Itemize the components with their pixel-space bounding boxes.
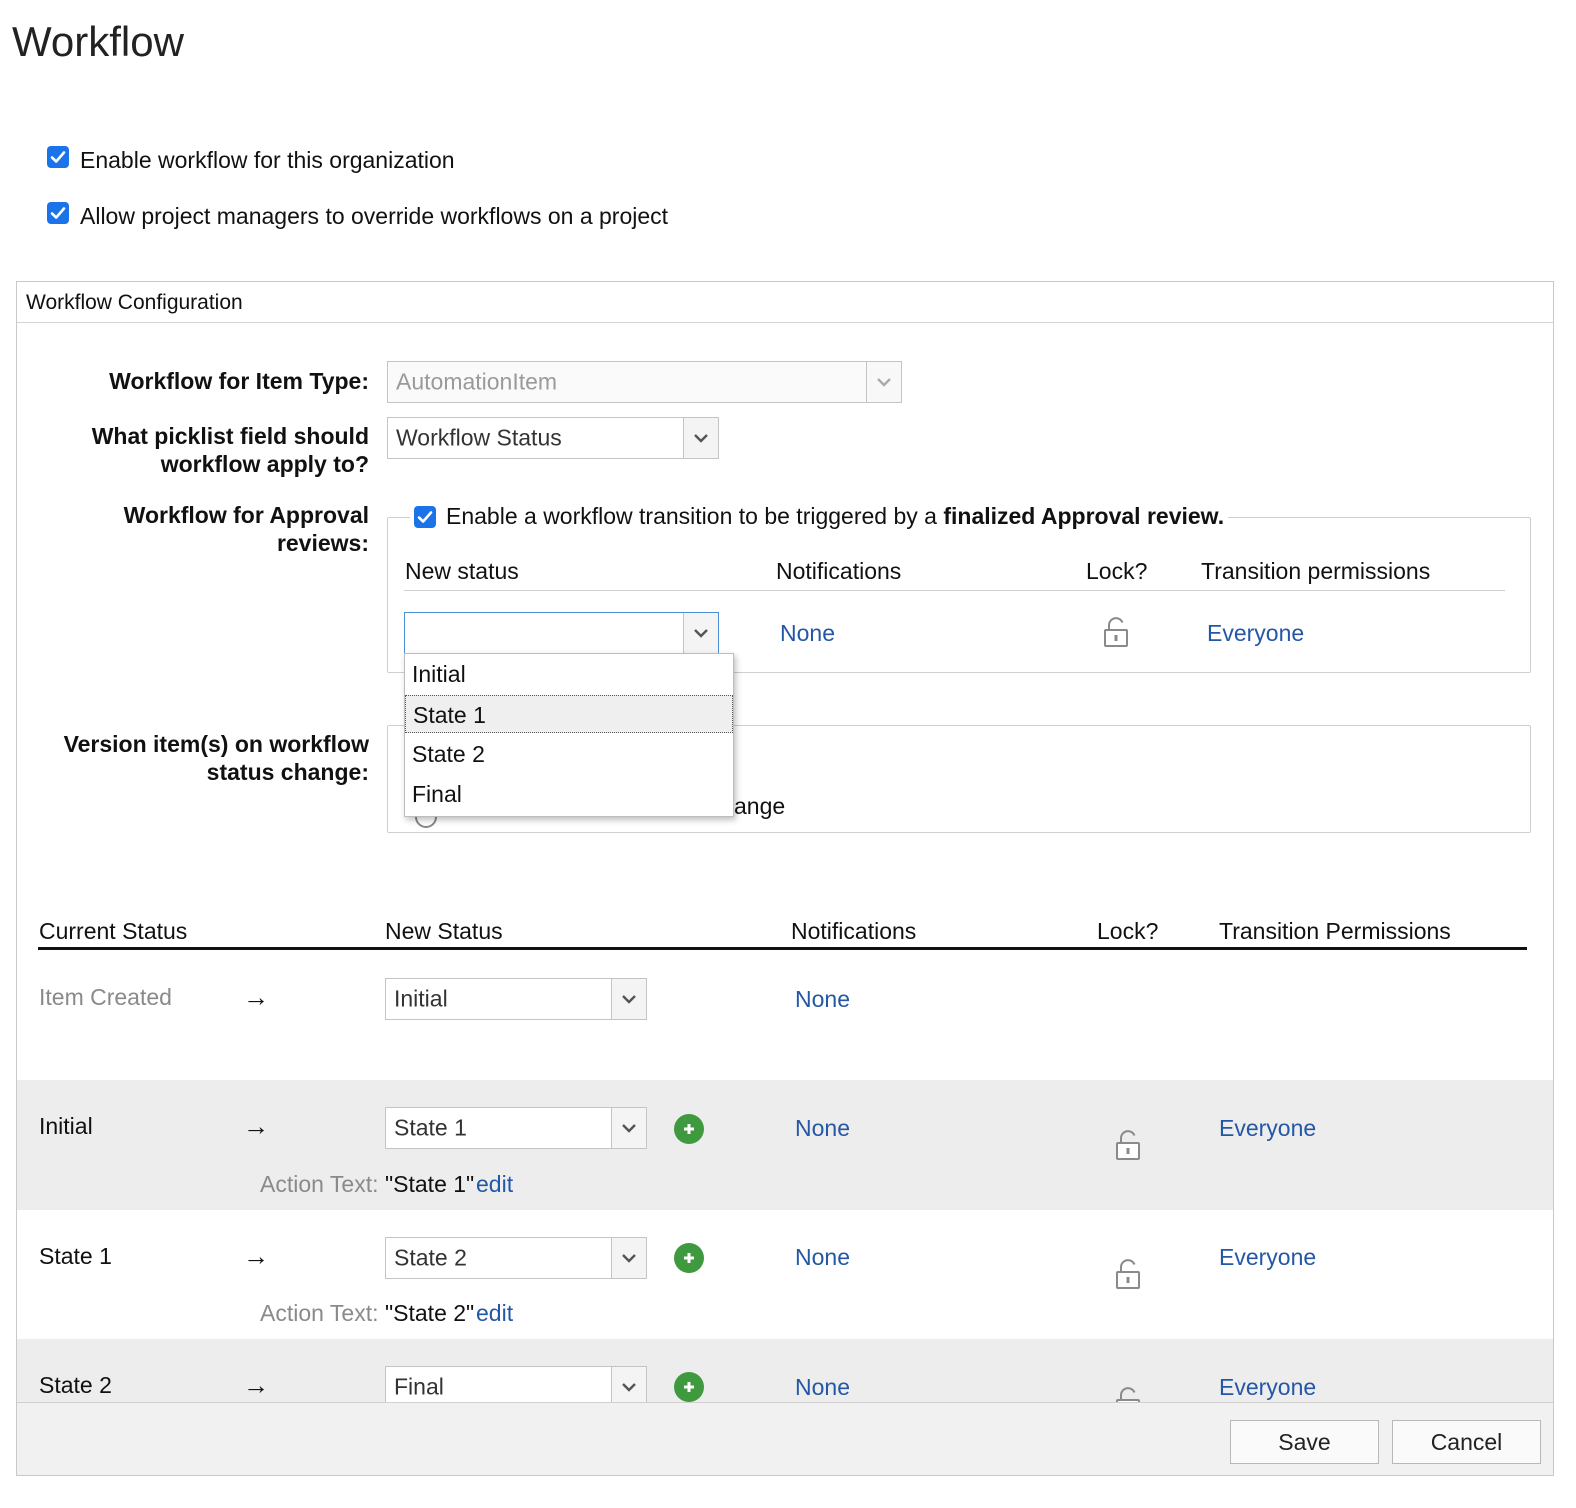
page-title: Workflow xyxy=(12,18,184,65)
chevron-down-icon xyxy=(683,418,718,458)
new-status-dropdown-menu: Initial State 1 State 2 Final xyxy=(404,653,734,817)
row-current-status: Item Created xyxy=(39,984,172,1010)
dropdown-option-final[interactable]: Final xyxy=(405,775,733,813)
chevron-down-icon xyxy=(683,613,718,653)
approval-col-new-status: New status xyxy=(405,558,519,584)
picklist-value: Workflow Status xyxy=(396,424,562,451)
allow-override-checkbox[interactable] xyxy=(47,202,69,224)
col-current-status: Current Status xyxy=(39,918,188,944)
item-type-label: Workflow for Item Type: xyxy=(109,368,369,394)
approval-col-notifications: Notifications xyxy=(776,558,902,584)
table-header-rule xyxy=(38,947,1527,950)
chevron-down-icon xyxy=(611,979,646,1019)
workflow-configuration-panel: Workflow Configuration Workflow for Item… xyxy=(16,281,1554,1476)
versioning-option-text: ange xyxy=(734,793,786,819)
divider xyxy=(404,590,1505,591)
add-transition-button[interactable] xyxy=(674,1114,704,1144)
arrow-icon: → xyxy=(243,1241,269,1271)
row-notifications-link[interactable]: None xyxy=(795,1244,850,1271)
picklist-field-select[interactable]: Workflow Status xyxy=(387,417,719,459)
row-new-status-select[interactable]: State 2 xyxy=(385,1237,647,1279)
row-permissions-link[interactable]: Everyone xyxy=(1219,1374,1316,1401)
row-permissions-link[interactable]: Everyone xyxy=(1219,1244,1316,1271)
row-new-status-select[interactable]: State 1 xyxy=(385,1107,647,1149)
approval-trigger-checkbox[interactable] xyxy=(414,505,436,528)
check-icon xyxy=(50,151,66,163)
col-new-status: New Status xyxy=(385,918,503,944)
plus-icon xyxy=(684,1124,694,1134)
approval-label: Workflow for Approval reviews: xyxy=(123,502,369,556)
col-lock: Lock? xyxy=(1097,918,1159,944)
add-transition-button[interactable] xyxy=(674,1243,704,1273)
unlock-icon[interactable] xyxy=(1114,1258,1142,1296)
enable-workflow-label: Enable workflow for this organization xyxy=(80,147,455,173)
approval-col-permissions: Transition permissions xyxy=(1201,558,1431,584)
approval-col-lock: Lock? xyxy=(1086,558,1148,584)
picklist-label: What picklist field should workflow appl… xyxy=(91,423,369,477)
cancel-button[interactable]: Cancel xyxy=(1392,1420,1541,1464)
action-text-value: "State 2" xyxy=(385,1300,475,1326)
approval-legend: Enable a workflow transition to be trigg… xyxy=(410,503,1229,530)
row-notifications-link[interactable]: None xyxy=(795,1374,850,1401)
action-text-label: Action Text: xyxy=(260,1171,379,1197)
row-permissions-link[interactable]: Everyone xyxy=(1219,1115,1316,1142)
plus-icon xyxy=(684,1382,694,1392)
row-notifications-link[interactable]: None xyxy=(795,986,850,1013)
edit-action-text-link[interactable]: edit xyxy=(476,1171,513,1198)
table-row xyxy=(17,1080,1553,1210)
arrow-icon: → xyxy=(243,982,269,1012)
unlock-icon[interactable] xyxy=(1114,1129,1142,1167)
action-text-value: "State 1" xyxy=(385,1171,475,1197)
item-type-value: AutomationItem xyxy=(396,368,558,395)
row-notifications-link[interactable]: None xyxy=(795,1115,850,1142)
chevron-down-icon xyxy=(611,1238,646,1278)
item-type-select[interactable]: AutomationItem xyxy=(387,361,902,403)
arrow-icon: → xyxy=(243,1111,269,1141)
add-transition-button[interactable] xyxy=(674,1372,704,1402)
row-current-status: State 1 xyxy=(39,1243,112,1269)
dropdown-option-state-2[interactable]: State 2 xyxy=(405,735,733,773)
chevron-down-icon xyxy=(611,1108,646,1148)
save-button[interactable]: Save xyxy=(1230,1420,1379,1464)
check-icon xyxy=(417,510,433,523)
panel-header: Workflow Configuration xyxy=(17,282,1553,323)
row-current-status: Initial xyxy=(39,1113,93,1139)
dropdown-option-initial[interactable]: Initial xyxy=(405,655,733,693)
approval-permissions-link[interactable]: Everyone xyxy=(1207,620,1304,647)
unlock-icon[interactable] xyxy=(1102,616,1130,654)
action-text-label: Action Text: xyxy=(260,1300,379,1326)
check-icon xyxy=(50,207,66,219)
col-notifications: Notifications xyxy=(791,918,917,944)
row-current-status: State 2 xyxy=(39,1372,112,1398)
arrow-icon: → xyxy=(243,1370,269,1400)
dropdown-option-state-1[interactable]: State 1 xyxy=(405,695,733,733)
approval-notifications-link[interactable]: None xyxy=(780,620,835,647)
chevron-down-icon xyxy=(866,362,901,402)
enable-workflow-checkbox[interactable] xyxy=(47,146,69,168)
plus-icon xyxy=(684,1253,694,1263)
approval-trigger-label: Enable a workflow transition to be trigg… xyxy=(446,503,1225,529)
edit-action-text-link[interactable]: edit xyxy=(476,1300,513,1327)
col-permissions: Transition Permissions xyxy=(1219,918,1451,944)
approval-new-status-select[interactable] xyxy=(404,612,719,654)
row-new-status-select[interactable]: Initial xyxy=(385,978,647,1020)
panel-title: Workflow Configuration xyxy=(26,291,243,314)
allow-override-label: Allow project managers to override workf… xyxy=(80,203,669,229)
chevron-down-icon xyxy=(611,1367,646,1407)
versioning-label: Version item(s) on workflow status chang… xyxy=(63,731,369,785)
panel-footer: Save Cancel xyxy=(17,1402,1553,1475)
